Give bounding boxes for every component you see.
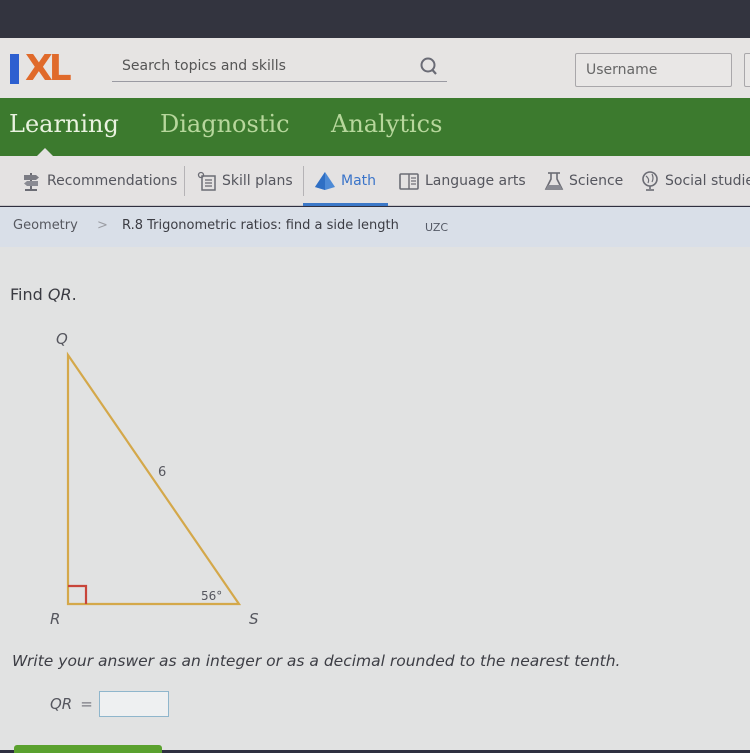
answer-label: QR	[50, 695, 73, 713]
breadcrumb-subject[interactable]: Geometry	[13, 218, 78, 233]
divider	[184, 166, 185, 196]
problem-area: Find QR. Q R S 6 56° Write your answer a…	[0, 247, 750, 753]
subnav-label: Science	[569, 173, 624, 189]
subject-nav: Recommendations Skill plans Math Languag…	[0, 156, 750, 206]
search-input[interactable]	[112, 52, 412, 80]
hypotenuse-length-label: 6	[158, 465, 166, 480]
subnav-recommendations[interactable]: Recommendations	[20, 170, 177, 192]
signpost-icon	[24, 173, 39, 191]
answer-input[interactable]	[98, 691, 169, 717]
prompt-suffix: .	[71, 285, 77, 304]
pyramid-icon	[315, 172, 335, 190]
subnav-science[interactable]: Science	[544, 170, 623, 192]
book-icon	[399, 173, 419, 190]
right-angle-mark	[68, 584, 88, 604]
vertex-label-r: R	[50, 610, 60, 628]
search-icon[interactable]	[419, 56, 439, 76]
search-box	[112, 52, 447, 82]
angle-label: 56°	[201, 589, 222, 603]
subnav-skill-plans[interactable]: Skill plans	[197, 170, 293, 192]
breadcrumb: Geometry > R.8 Trigonometric ratios: fin…	[0, 207, 750, 247]
tab-diagnostic[interactable]: Diagnostic	[160, 110, 290, 138]
subnav-label: Language arts	[425, 173, 526, 189]
main-nav: Learning Diagnostic Analytics	[0, 98, 750, 157]
submit-button[interactable]	[14, 745, 162, 753]
globe-icon	[642, 171, 658, 191]
breadcrumb-separator: >	[97, 218, 108, 233]
logo-xl-text: XL	[25, 48, 72, 89]
answer-row: QR =	[50, 691, 169, 717]
top-bar: XL	[0, 38, 750, 98]
tab-analytics[interactable]: Analytics	[331, 110, 442, 138]
active-subject-underline	[303, 203, 388, 206]
skill-plan-icon	[197, 171, 216, 191]
breadcrumb-skill: R.8 Trigonometric ratios: find a side le…	[122, 218, 399, 233]
screen-bezel	[0, 0, 750, 38]
username-field[interactable]	[575, 53, 732, 87]
divider	[303, 166, 304, 196]
ixl-logo[interactable]: XL	[10, 48, 72, 89]
subnav-language-arts[interactable]: Language arts	[398, 170, 526, 192]
skill-code: UZC	[425, 221, 449, 234]
subnav-label: Recommendations	[47, 173, 178, 189]
password-field[interactable]	[744, 53, 750, 87]
logo-i-bar	[10, 54, 19, 84]
tab-learning[interactable]: Learning	[9, 110, 119, 138]
prompt-variable: QR	[47, 285, 72, 304]
subnav-math[interactable]: Math	[314, 170, 376, 192]
answer-instructions: Write your answer as an integer or as a …	[12, 652, 621, 670]
subnav-label: Skill plans	[222, 173, 293, 189]
prompt-prefix: Find	[10, 285, 48, 304]
triangle-diagram: Q R S 6 56°	[50, 330, 259, 628]
subnav-social-studies[interactable]: Social studies	[640, 170, 750, 192]
triangle-qrs	[66, 351, 242, 606]
subnav-label: Social studies	[665, 173, 750, 189]
flask-icon	[544, 172, 564, 190]
vertex-label-s: S	[249, 610, 259, 628]
equals-sign: =	[80, 695, 93, 713]
question-prompt: Find QR.	[10, 285, 77, 304]
subnav-label: Math	[341, 173, 377, 189]
vertex-label-q: Q	[56, 330, 68, 348]
